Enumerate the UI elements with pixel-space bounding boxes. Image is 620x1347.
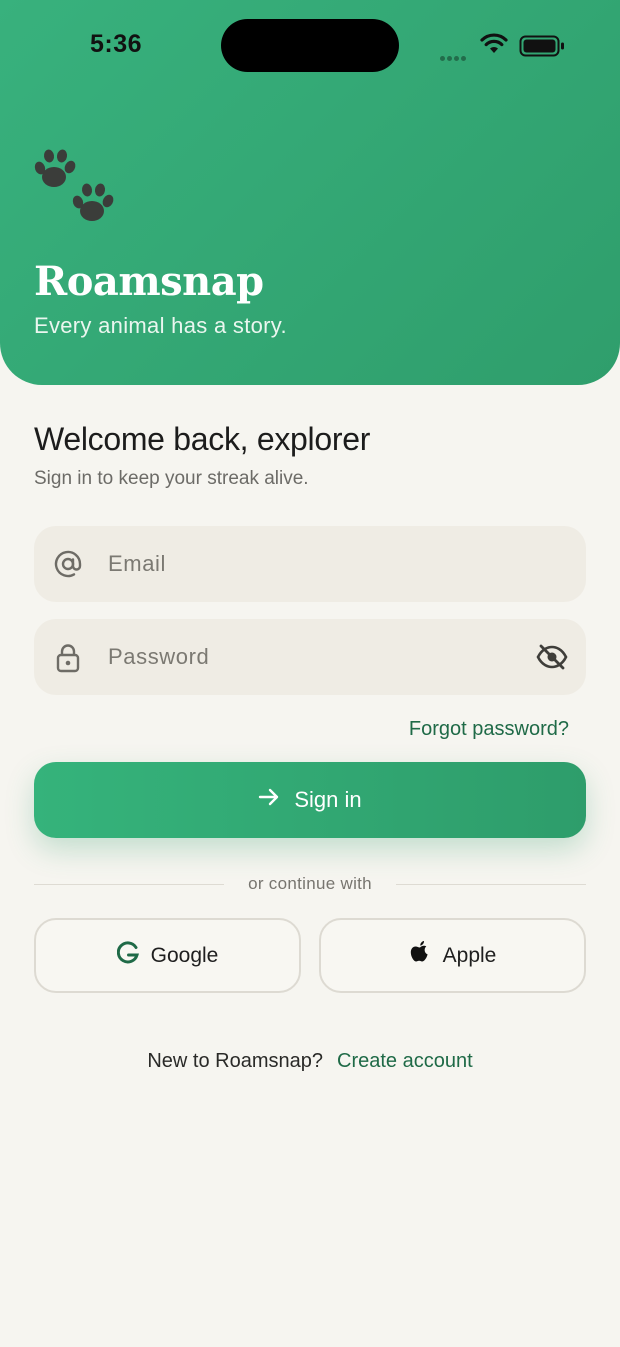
apple-label: Apple bbox=[442, 943, 497, 967]
status-bar: 5:36 bbox=[0, 0, 620, 90]
signup-question: New to Roamsnap? bbox=[147, 1050, 323, 1072]
app-tagline: Every animal has a story. bbox=[34, 313, 287, 338]
google-label: Google bbox=[150, 943, 219, 967]
email-field[interactable] bbox=[34, 526, 586, 602]
signal-icon bbox=[440, 48, 468, 66]
apple-logo-icon bbox=[409, 940, 431, 972]
email-input[interactable] bbox=[108, 526, 528, 602]
apple-sign-in-button[interactable]: Apple bbox=[319, 918, 586, 993]
welcome-subtitle: Sign in to keep your streak alive. bbox=[34, 468, 309, 489]
google-g-icon bbox=[116, 940, 139, 971]
app-title: Roamsnap bbox=[34, 258, 264, 305]
create-account-link[interactable]: Create account bbox=[337, 1050, 473, 1072]
password-input[interactable] bbox=[108, 619, 528, 695]
forgot-password-link[interactable]: Forgot password? bbox=[409, 718, 569, 741]
google-sign-in-button[interactable]: Google bbox=[34, 918, 301, 993]
status-time: 5:36 bbox=[90, 30, 143, 58]
password-field[interactable] bbox=[34, 619, 586, 695]
hero-header: 5:36 Roamsnap Every animal has a story. bbox=[0, 0, 620, 385]
signup-prompt: New to Roamsnap? Create account bbox=[0, 1050, 620, 1073]
arrow-right-icon bbox=[258, 787, 280, 813]
social-divider: or continue with bbox=[34, 873, 586, 897]
divider-line-right bbox=[396, 884, 586, 885]
wifi-icon bbox=[479, 33, 509, 60]
paw-prints-icon bbox=[32, 147, 116, 230]
at-sign-icon bbox=[54, 550, 82, 583]
sign-in-button[interactable]: Sign in bbox=[34, 762, 586, 838]
battery-icon bbox=[519, 35, 565, 62]
lock-icon bbox=[54, 643, 82, 678]
dynamic-island bbox=[221, 19, 399, 72]
eye-off-icon[interactable] bbox=[536, 643, 568, 676]
welcome-heading: Welcome back, explorer bbox=[34, 421, 371, 457]
sign-in-label: Sign in bbox=[294, 787, 362, 812]
